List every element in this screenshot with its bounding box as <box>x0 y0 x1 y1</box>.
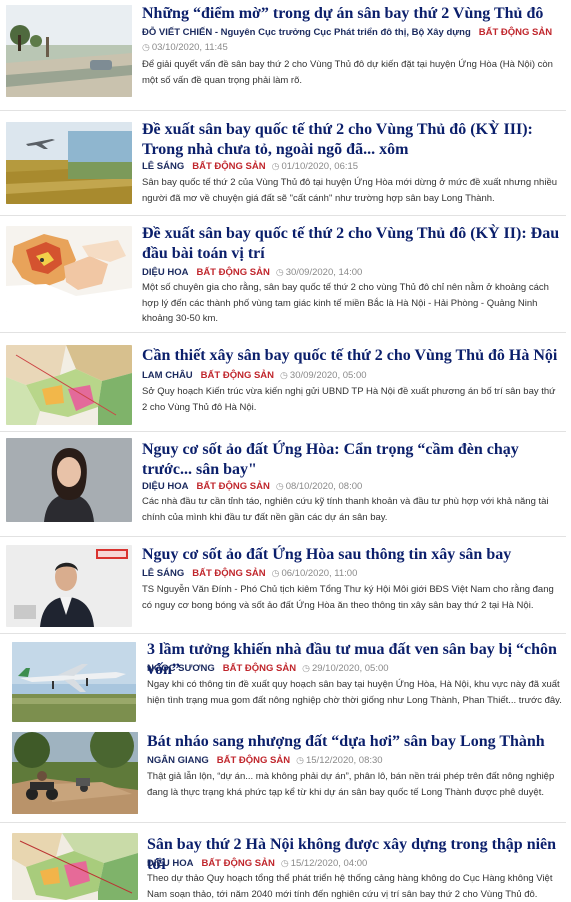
article-category[interactable]: BẤT ĐỘNG SẢN <box>192 568 265 579</box>
article-thumbnail[interactable] <box>6 5 132 97</box>
article-thumbnail[interactable] <box>6 345 132 425</box>
clock-icon: ◷ <box>275 267 284 277</box>
article-date: 30/09/2020, 05:00 <box>289 370 367 381</box>
region-map-icon <box>6 226 132 312</box>
article-meta: NGÂN GIANG BẤT ĐỘNG SẢN ◷ 15/12/2020, 08:30 <box>147 753 383 768</box>
article-category[interactable]: BẤT ĐỘNG SẢN <box>196 267 269 278</box>
clock-icon: ◷ <box>271 568 280 578</box>
clock-icon: ◷ <box>271 161 280 171</box>
article-item: Bát nháo sang nhượng đất “dựa hơi” sân b… <box>0 726 571 822</box>
article-summary: Để giải quyết vấn đề sân bay thứ 2 cho V… <box>142 59 553 86</box>
article-author[interactable]: NGỌC SƯƠNG <box>147 663 215 674</box>
article-date: 15/12/2020, 08:30 <box>305 755 383 766</box>
article-item: Sân bay thứ 2 Hà Nội không được xây dựng… <box>0 823 571 900</box>
article-category[interactable]: BẤT ĐỘNG SẢN <box>196 481 269 492</box>
article-summary: Thật giả lẫn lộn, “dự án... mà không phả… <box>147 771 555 798</box>
article-meta: ĐỖ VIẾT CHIẾN - Nguyên Cục trưởng Cục Ph… <box>142 26 558 40</box>
article-summary: TS Nguyễn Văn Đính - Phó Chủ tịch kiêm T… <box>142 584 554 611</box>
article-summary: Sân bay quốc tế thứ 2 của Vùng Thủ đô tạ… <box>142 177 558 204</box>
rural-road-photo-icon <box>6 5 132 97</box>
article-thumbnail[interactable] <box>6 122 132 204</box>
article-meta: DIỆU HOA BẤT ĐỘNG SẢN ◷ 08/10/2020, 08:00 <box>142 479 362 494</box>
article-author[interactable]: LÊ SÁNG <box>142 161 184 172</box>
article-meta: DIỆU HOA BẤT ĐỘNG SẢN ◷ 15/12/2020, 04:00 <box>147 856 367 871</box>
clock-icon: ◷ <box>296 755 304 765</box>
article-summary: Sở Quy hoạch Kiến trúc vừa kiến nghị gửi… <box>142 386 556 413</box>
article-title[interactable]: Bát nháo sang nhượng đất “dựa hơi” sân b… <box>147 732 563 752</box>
article-author[interactable]: NGÂN GIANG <box>147 755 209 766</box>
article-date: 01/10/2020, 06:15 <box>281 161 359 172</box>
article-item: Đề xuất sân bay quốc tế thứ 2 cho Vùng T… <box>0 111 571 215</box>
article-item: Cần thiết xây sân bay quốc tế thứ 2 cho … <box>0 333 571 431</box>
article-summary: Một số chuyên gia cho rằng, sân bay quốc… <box>142 282 549 324</box>
article-summary: Các nhà đầu tư cần tỉnh táo, nghiên cứu … <box>142 496 549 523</box>
planning-map-icon <box>6 345 132 425</box>
article-thumbnail[interactable] <box>6 438 132 522</box>
article-date: 15/12/2020, 04:00 <box>290 858 368 869</box>
article-date: 03/10/2020, 11:45 <box>151 42 228 53</box>
article-item: 3 lầm tưởng khiến nhà đầu tư mua đất ven… <box>0 634 571 726</box>
clock-icon: ◷ <box>275 481 284 491</box>
article-summary: Ngay khi có thông tin đề xuất quy hoạch … <box>147 679 562 706</box>
article-category[interactable]: BẤT ĐỘNG SẢN <box>223 663 296 674</box>
motorbike-road-photo-icon <box>12 732 138 814</box>
article-category[interactable]: BẤT ĐỘNG SẢN <box>201 370 274 381</box>
article-author[interactable]: ĐỖ VIẾT CHIẾN - Nguyên Cục trưởng Cục Ph… <box>142 27 471 38</box>
article-category[interactable]: BẤT ĐỘNG SẢN <box>217 755 290 766</box>
clock-icon: ◷ <box>280 858 289 868</box>
clock-icon: ◷ <box>280 370 288 380</box>
woman-portrait-icon <box>6 438 132 522</box>
article-title[interactable]: Những “điểm mờ” trong dự án sân bay thứ … <box>142 4 562 24</box>
article-item: Nguy cơ sốt ảo đất Ứng Hòa: Cẩn trọng “c… <box>0 432 571 536</box>
article-thumbnail[interactable] <box>6 545 132 627</box>
clock-icon: ◷ <box>302 663 310 673</box>
article-title[interactable]: Nguy cơ sốt ảo đất Ứng Hòa sau thông tin… <box>142 545 562 565</box>
man-portrait-icon <box>6 545 132 627</box>
article-thumbnail[interactable] <box>12 732 138 814</box>
article-category[interactable]: BẤT ĐỘNG SẢN <box>192 161 265 172</box>
article-date: 08/10/2020, 08:00 <box>285 481 363 492</box>
article-thumbnail[interactable] <box>6 226 132 312</box>
article-meta: DIỆU HOA BẤT ĐỘNG SẢN ◷ 30/09/2020, 14:00 <box>142 265 362 280</box>
article-title[interactable]: Đề xuất sân bay quốc tế thứ 2 cho Vùng T… <box>142 120 562 160</box>
article-meta: LÊ SÁNG BẤT ĐỘNG SẢN ◷ 01/10/2020, 06:15 <box>142 159 358 174</box>
article-author[interactable]: DIỆU HOA <box>147 858 193 869</box>
clock-icon: ◷ <box>142 42 150 52</box>
article-item: Những “điểm mờ” trong dự án sân bay thứ … <box>0 0 571 110</box>
article-category[interactable]: BẤT ĐỘNG SẢN <box>201 858 274 869</box>
airplane-landing-photo-icon <box>12 642 136 722</box>
article-item: Nguy cơ sốt ảo đất Ứng Hòa sau thông tin… <box>0 537 571 633</box>
article-meta: NGỌC SƯƠNG BẤT ĐỘNG SẢN ◷ 29/10/2020, 05:00 <box>147 661 389 676</box>
article-meta: LÊ SÁNG BẤT ĐỘNG SẢN ◷ 06/10/2020, 11:00 <box>142 566 357 581</box>
article-thumbnail[interactable] <box>12 833 138 900</box>
article-author[interactable]: LAM CHÂU <box>142 370 193 381</box>
article-author[interactable]: DIỆU HOA <box>142 267 188 278</box>
article-meta: LAM CHÂU BẤT ĐỘNG SẢN ◷ 30/09/2020, 05:00 <box>142 368 367 383</box>
airplane-field-photo-icon <box>6 122 132 204</box>
article-title[interactable]: Cần thiết xây sân bay quốc tế thứ 2 cho … <box>142 346 562 366</box>
article-thumbnail[interactable] <box>12 642 136 722</box>
article-date: 06/10/2020, 11:00 <box>281 568 358 579</box>
article-author[interactable]: DIỆU HOA <box>142 481 188 492</box>
article-date: 30/09/2020, 14:00 <box>285 267 363 278</box>
article-category[interactable]: BẤT ĐỘNG SẢN <box>479 27 552 38</box>
article-author[interactable]: LÊ SÁNG <box>142 568 184 579</box>
article-date: 29/10/2020, 05:00 <box>311 663 389 674</box>
article-summary: Theo dự thảo Quy hoạch tổng thể phát tri… <box>147 873 553 900</box>
article-date-row: ◷ 03/10/2020, 11:45 <box>142 40 228 55</box>
article-item: Đề xuất sân bay quốc tế thứ 2 cho Vùng T… <box>0 216 571 332</box>
article-title[interactable]: Đề xuất sân bay quốc tế thứ 2 cho Vùng T… <box>142 224 562 264</box>
hanoi-map-icon <box>12 833 138 900</box>
article-title[interactable]: Nguy cơ sốt ảo đất Ứng Hòa: Cẩn trọng “c… <box>142 440 562 480</box>
